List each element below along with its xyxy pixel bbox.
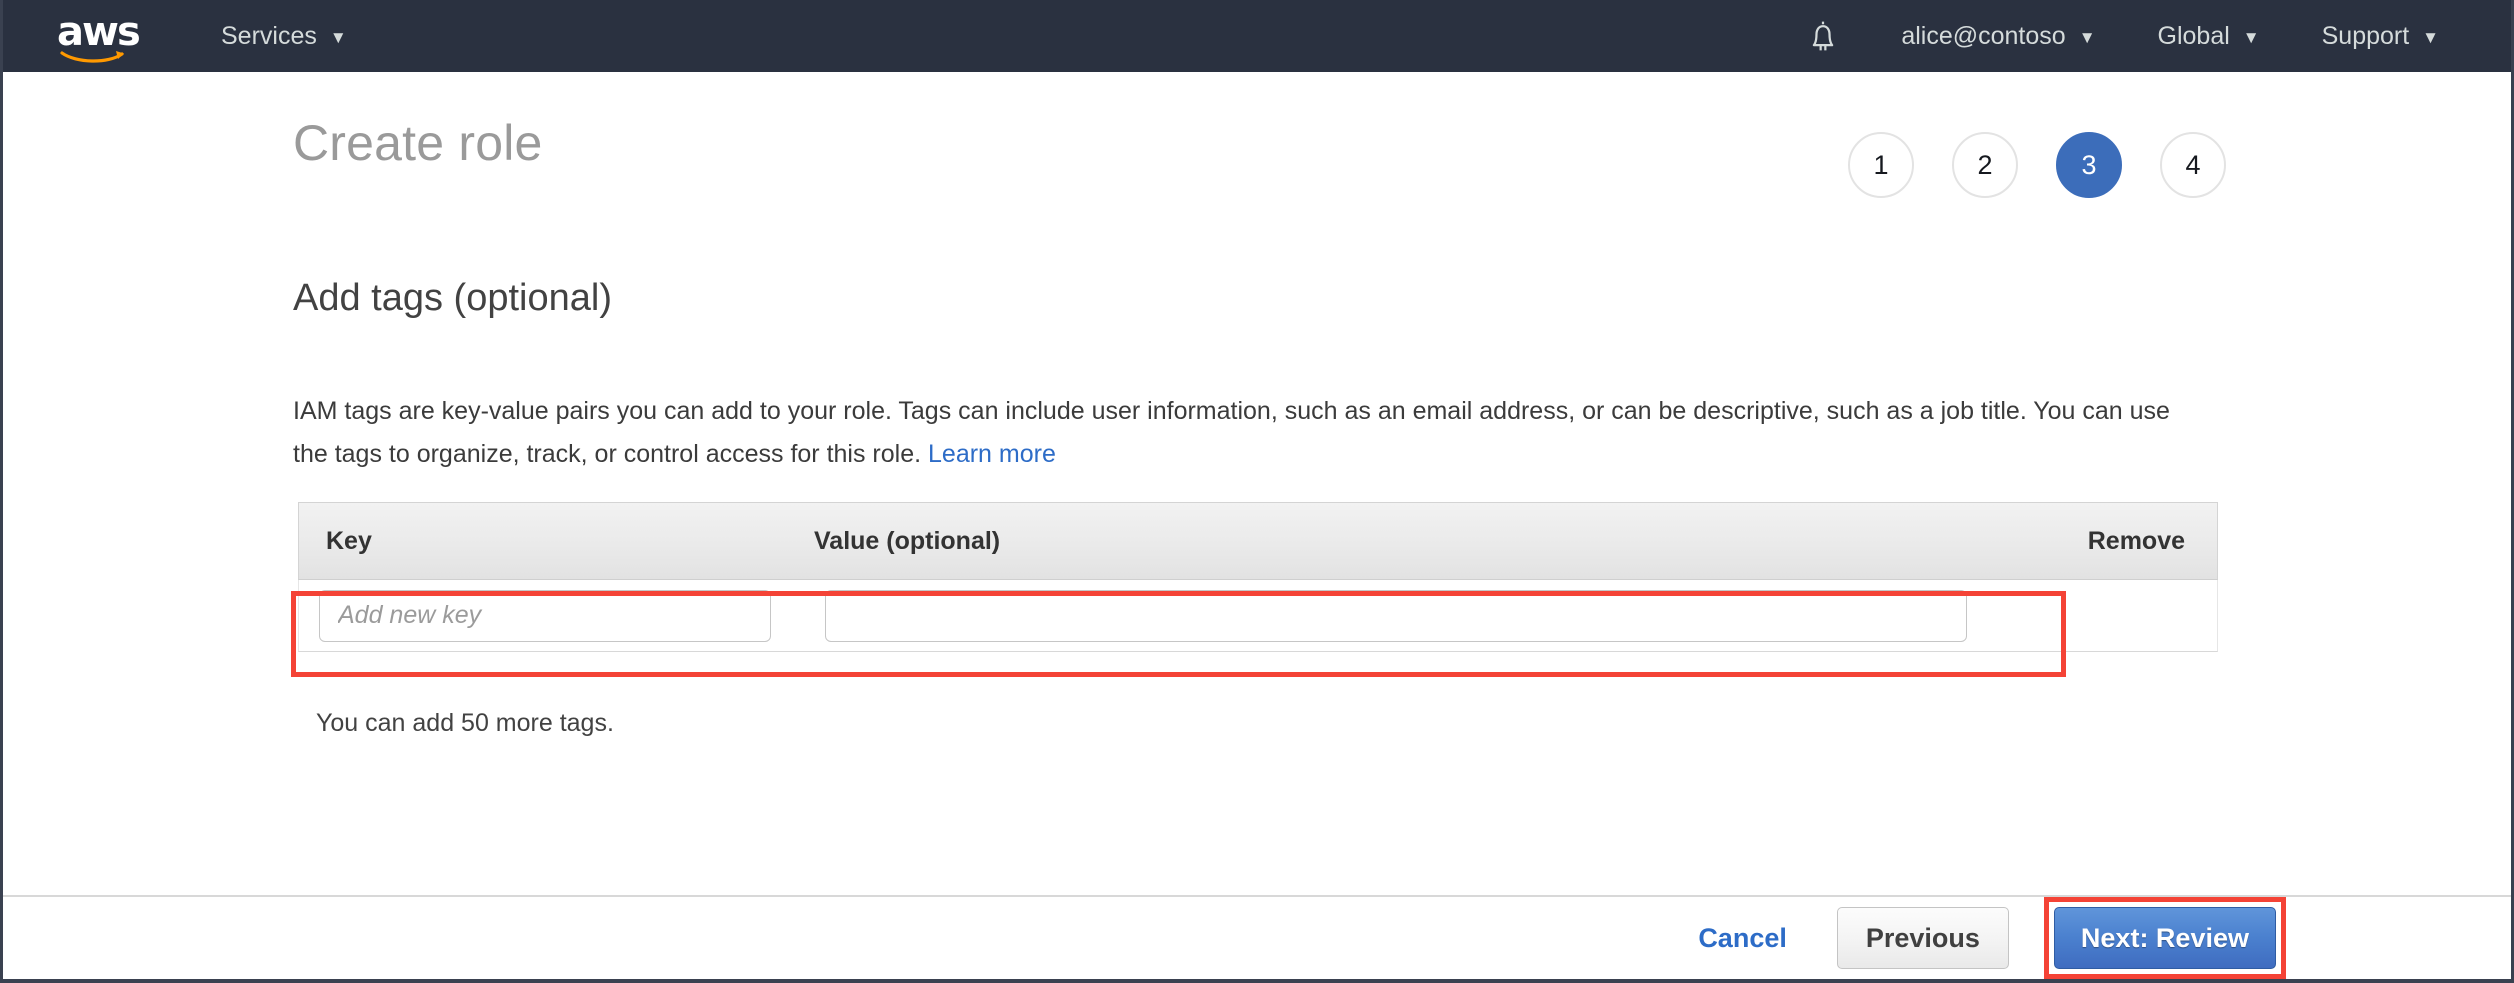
aws-logo[interactable]: aws [57, 15, 143, 57]
next-review-button[interactable]: Next: Review [2054, 907, 2276, 969]
bell-icon[interactable] [1807, 19, 1839, 53]
cancel-button[interactable]: Cancel [1698, 923, 1787, 954]
description-text: IAM tags are key-value pairs you can add… [293, 397, 2170, 468]
main-content: Create role 1 2 3 4 Add tags (optional) … [3, 72, 2511, 895]
nav-services-menu[interactable]: Services ▼ [221, 22, 347, 51]
wizard-step-4[interactable]: 4 [2160, 132, 2226, 198]
wizard-step-1[interactable]: 1 [1848, 132, 1914, 198]
column-header-remove: Remove [1987, 527, 2217, 556]
column-header-value: Value (optional) [814, 527, 1987, 556]
section-description: IAM tags are key-value pairs you can add… [293, 390, 2183, 476]
nav-support-menu[interactable]: Support ▼ [2322, 22, 2439, 51]
nav-account-label: alice@contoso [1901, 22, 2065, 51]
nav-account-menu[interactable]: alice@contoso ▼ [1901, 22, 2095, 51]
top-navigation-bar: aws Services ▼ alice@contoso ▼ Global ▼ [3, 0, 2511, 72]
aws-console-page: aws Services ▼ alice@contoso ▼ Global ▼ [0, 0, 2514, 983]
page-title: Create role [293, 114, 543, 172]
tags-table: Key Value (optional) Remove [298, 502, 2218, 652]
remaining-tags-note: You can add 50 more tags. [316, 709, 614, 738]
previous-button[interactable]: Previous [1837, 907, 2009, 969]
learn-more-link[interactable]: Learn more [928, 440, 1056, 468]
tag-value-input[interactable] [825, 590, 1967, 642]
table-row [298, 580, 2218, 652]
cell-key [299, 590, 814, 642]
cell-value [814, 590, 1987, 642]
tag-key-input[interactable] [319, 590, 771, 642]
aws-logo-text: aws [57, 15, 143, 49]
column-header-key: Key [299, 527, 814, 556]
nav-region-menu[interactable]: Global ▼ [2158, 22, 2260, 51]
wizard-step-2[interactable]: 2 [1952, 132, 2018, 198]
nav-support-label: Support [2322, 22, 2410, 51]
wizard-step-3[interactable]: 3 [2056, 132, 2122, 198]
wizard-step-indicator: 1 2 3 4 [1848, 132, 2226, 198]
chevron-down-icon: ▼ [330, 29, 347, 46]
nav-services-label: Services [221, 22, 317, 51]
wizard-footer: Cancel Previous Next: Review [3, 895, 2511, 979]
section-title: Add tags (optional) [293, 277, 612, 320]
tags-table-header: Key Value (optional) Remove [298, 502, 2218, 580]
next-button-highlight-annotation: Next: Review [2044, 897, 2286, 979]
chevron-down-icon: ▼ [2243, 29, 2260, 46]
nav-region-label: Global [2158, 22, 2230, 51]
nav-right-group: alice@contoso ▼ Global ▼ Support ▼ [1807, 19, 2439, 53]
chevron-down-icon: ▼ [2422, 29, 2439, 46]
chevron-down-icon: ▼ [2079, 29, 2096, 46]
